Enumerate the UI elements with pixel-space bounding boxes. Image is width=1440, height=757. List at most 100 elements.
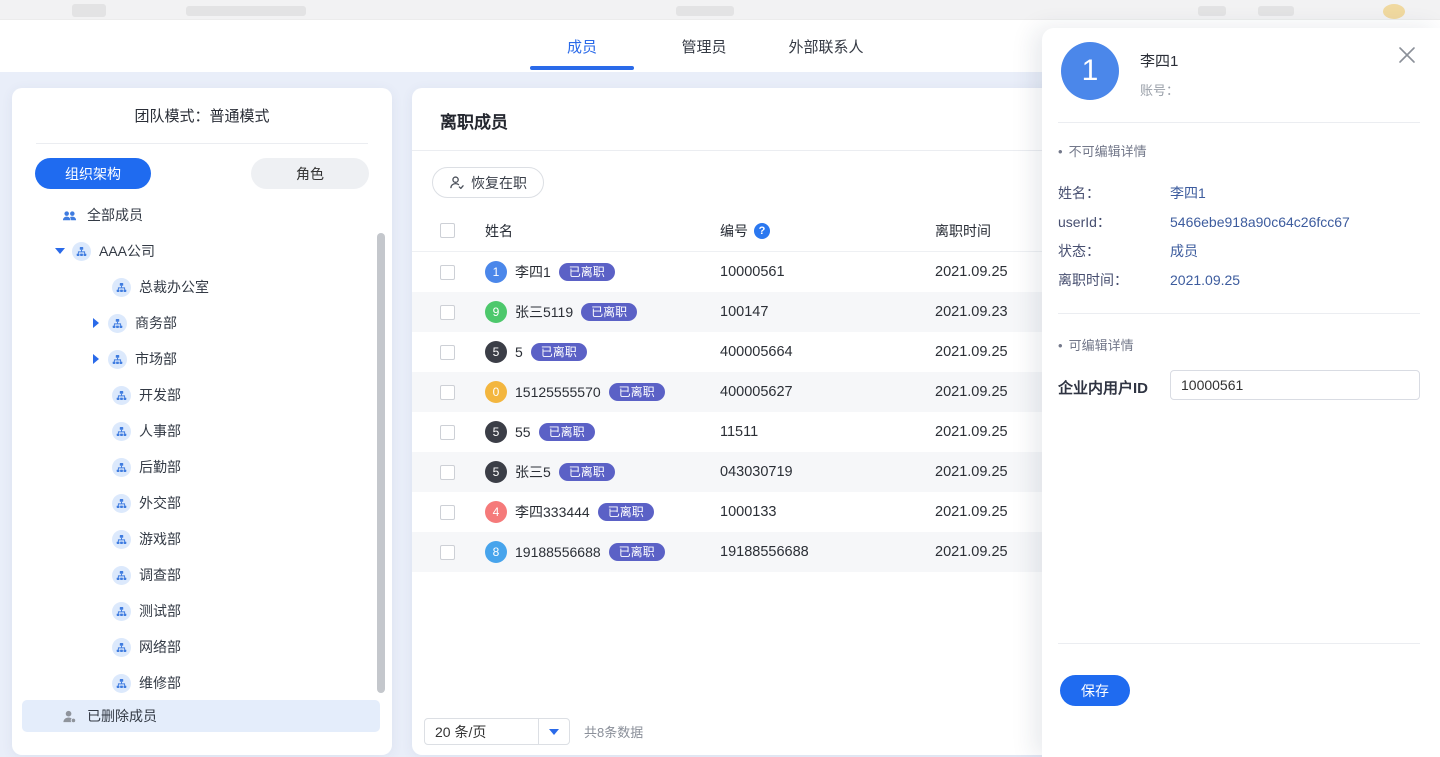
avatar: 5 [485,341,507,363]
page-size-select[interactable]: 20 条/页 [424,718,570,745]
org-icon [112,674,131,693]
status-badge: 已离职 [559,463,615,481]
member-number: 19188556688 [720,544,935,560]
sidebar-item-调查部[interactable]: 调查部 [12,557,380,593]
save-button[interactable]: 保存 [1060,675,1130,706]
status-badge: 已离职 [531,343,587,361]
org-structure-button[interactable]: 组织架构 [35,158,151,189]
member-name: 55 [515,424,531,440]
tree-item-label: 商务部 [135,313,177,333]
org-icon [72,242,91,261]
status-badge: 已离职 [609,383,665,401]
member-name: 李四1 [1140,50,1178,71]
detail-field-row: 离职时间：2021.09.25 [1058,265,1420,294]
row-checkbox[interactable] [440,545,455,560]
sidebar-item-后勤部[interactable]: 后勤部 [12,449,380,485]
member-name: 19188556688 [515,544,601,560]
chevron-right-icon[interactable] [88,354,104,364]
ghost-avatar [1383,4,1405,19]
row-checkbox[interactable] [440,385,455,400]
ghost-title-text [186,6,306,16]
org-icon [112,494,131,513]
sidebar-item-测试部[interactable]: 测试部 [12,593,380,629]
org-icon [112,458,131,477]
member-name: 5 [515,344,523,360]
internal-user-id-label: 企业内用户ID [1058,377,1148,398]
ghost-link-2 [1258,6,1294,16]
member-name: 张三5 [515,462,551,482]
tree-item-label: 开发部 [139,385,181,405]
member-number: 11511 [720,424,935,440]
sidebar-item-维修部[interactable]: 维修部 [12,665,380,701]
background-app-header [0,0,1440,20]
restore-employment-button[interactable]: 恢复在职 [432,167,544,198]
deleted-user-icon [60,707,79,726]
avatar: 9 [485,301,507,323]
sidebar-item-AAA公司[interactable]: AAA公司 [12,233,380,269]
member-number: 10000561 [720,264,935,280]
field-label: 离职时间： [1058,270,1170,290]
select-all-checkbox[interactable] [440,223,455,238]
row-checkbox[interactable] [440,345,455,360]
row-checkbox[interactable] [440,425,455,440]
close-icon[interactable] [1396,44,1418,66]
sidebar-item-deleted-members[interactable]: 已删除成员 [22,700,380,732]
tab-管理员[interactable]: 管理员 [652,20,756,72]
help-icon[interactable]: ? [754,223,770,239]
status-badge: 已离职 [609,543,665,561]
tree-item-label: 外交部 [139,493,181,513]
sidebar-item-开发部[interactable]: 开发部 [12,377,380,413]
deleted-members-label: 已删除成员 [87,706,157,726]
sidebar-item-外交部[interactable]: 外交部 [12,485,380,521]
org-icon [112,638,131,657]
tree-item-label: 全部成员 [87,205,143,225]
role-button[interactable]: 角色 [251,158,369,189]
sidebar-item-全部成员[interactable]: 全部成员 [12,197,380,233]
detail-field-row: userId：5466ebe918a90c64c26fcc67 [1058,207,1420,236]
row-checkbox[interactable] [440,305,455,320]
org-icon [108,314,127,333]
member-number: 043030719 [720,464,935,480]
sidebar-item-人事部[interactable]: 人事部 [12,413,380,449]
tab-外部联系人[interactable]: 外部联系人 [774,20,878,72]
field-value: 5466ebe918a90c64c26fcc67 [1170,214,1350,230]
drawer-divider-3 [1058,643,1420,644]
sidebar-item-游戏部[interactable]: 游戏部 [12,521,380,557]
tree-item-label: 总裁办公室 [139,277,209,297]
row-checkbox[interactable] [440,465,455,480]
avatar: 4 [485,501,507,523]
tabs-container: 成员管理员外部联系人 [530,20,878,72]
row-checkbox[interactable] [440,265,455,280]
col-header-number: 编号 [720,221,748,241]
tree-item-label: 人事部 [139,421,181,441]
chevron-down-icon[interactable] [52,248,68,254]
field-label: 姓名： [1058,183,1170,203]
readonly-section-title: 不可编辑详情 [1058,141,1147,160]
chevron-right-icon[interactable] [88,318,104,328]
sidebar-item-总裁办公室[interactable]: 总裁办公室 [12,269,380,305]
member-number: 100147 [720,304,935,320]
internal-user-id-input[interactable] [1170,370,1420,400]
page-size-value: 20 条/页 [425,722,538,742]
detail-field-row: 姓名：李四1 [1058,178,1420,207]
tab-成员[interactable]: 成员 [530,20,634,72]
sidebar-item-网络部[interactable]: 网络部 [12,629,380,665]
avatar: 5 [485,461,507,483]
drawer-divider-2 [1058,313,1420,314]
row-checkbox[interactable] [440,505,455,520]
sidebar-item-市场部[interactable]: 市场部 [12,341,380,377]
ghost-center-text [676,6,734,16]
member-name: 15125555570 [515,384,601,400]
tree-item-label: 维修部 [139,673,181,693]
sidebar-scrollbar[interactable] [377,233,385,693]
member-name: 李四333444 [515,502,590,522]
org-icon [112,602,131,621]
sidebar-item-商务部[interactable]: 商务部 [12,305,380,341]
field-label: 状态： [1058,241,1170,261]
status-badge: 已离职 [598,503,654,521]
org-icon [108,350,127,369]
member-detail-drawer: 1 李四1 账号： 不可编辑详情 姓名：李四1userId：5466ebe918… [1042,28,1440,757]
detail-field-row: 状态：成员 [1058,236,1420,265]
sidebar-switch-row: 组织架构 角色 [12,144,392,189]
chevron-down-icon [539,729,569,735]
